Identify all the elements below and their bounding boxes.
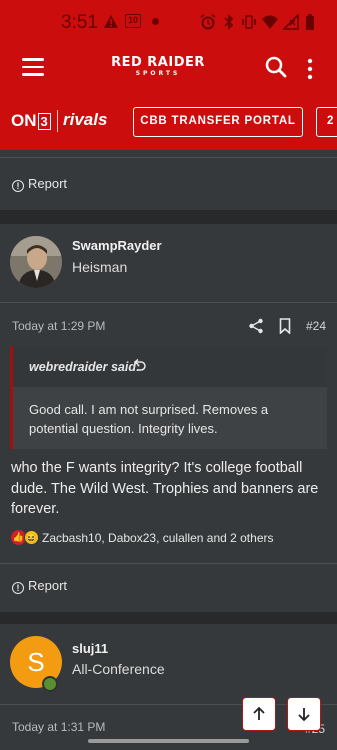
bookmark-icon[interactable]	[279, 318, 291, 335]
transfer-portal-button[interactable]: CBB TRANSFER PORTAL	[133, 107, 303, 137]
arrow-down-icon	[298, 708, 310, 722]
partner-bar: ON 3 rivals CBB TRANSFER PORTAL 2	[0, 92, 337, 150]
bluetooth-icon	[224, 14, 234, 30]
share-icon[interactable]	[248, 318, 264, 334]
quote-text: Good call. I am not surprised. Removes a…	[29, 402, 269, 436]
report-link[interactable]: ! Report	[12, 578, 67, 594]
report-link[interactable]: ! Report	[12, 176, 67, 192]
reaction-users[interactable]: Zacbash10, Dabox23, culallen and 2 other…	[42, 531, 274, 545]
avatar[interactable]	[10, 236, 62, 288]
vibrate-icon	[241, 14, 257, 30]
quote-author[interactable]: webredraider said:	[29, 360, 140, 374]
on3-logo[interactable]: ON 3	[11, 111, 51, 131]
next-promo-button[interactable]: 2	[316, 107, 337, 137]
online-status-icon	[42, 676, 58, 692]
top-navbar: RED RAIDER SPORTS	[0, 44, 337, 92]
arrow-up-icon	[253, 706, 265, 720]
user-title: All-Conference	[72, 661, 165, 677]
divider	[0, 563, 337, 564]
scroll-up-button[interactable]	[242, 697, 276, 731]
laugh-reaction-icon: 😆	[24, 530, 39, 545]
warning-icon	[103, 14, 119, 30]
logo-sub: SPORTS	[135, 70, 181, 77]
status-time: 3:51	[61, 12, 98, 33]
post-timestamp[interactable]: Today at 1:29 PM	[12, 319, 105, 333]
scroll-down-button[interactable]	[287, 697, 321, 731]
post-gap	[0, 210, 337, 224]
post-timestamp[interactable]: Today at 1:31 PM	[12, 720, 105, 734]
logo-main: RED RAIDER	[111, 55, 205, 70]
gesture-home-bar[interactable]	[88, 739, 249, 743]
post-author[interactable]: SwampRayder	[72, 238, 162, 253]
nfl-badge-icon: 10	[125, 14, 142, 28]
battery-icon	[305, 14, 315, 30]
report-icon: !	[12, 180, 24, 192]
alarm-icon	[200, 14, 216, 30]
status-bar: 3:51 10	[0, 0, 337, 44]
divider	[0, 302, 337, 303]
search-icon[interactable]	[265, 56, 287, 78]
partner-divider	[57, 110, 58, 132]
post-author[interactable]: sluj11	[72, 641, 108, 656]
more-vertical-icon[interactable]	[304, 58, 316, 80]
site-logo[interactable]: RED RAIDER SPORTS	[110, 56, 206, 78]
go-to-quote-icon[interactable]	[132, 358, 146, 373]
quote-block: webredraider said: Good call. I am not s…	[10, 346, 327, 449]
wifi-icon	[261, 14, 279, 30]
post-gap	[0, 612, 337, 624]
post-body: who the F wants integrity? It's college …	[11, 460, 319, 517]
report-icon: !	[12, 582, 24, 594]
user-title: Heisman	[72, 259, 128, 275]
quote-header: webredraider said:	[13, 346, 327, 387]
dot-icon	[152, 18, 159, 25]
signal-icon	[282, 13, 299, 30]
divider	[0, 157, 337, 158]
post-number[interactable]: #24	[306, 319, 326, 333]
rivals-logo[interactable]: rivals	[63, 110, 107, 130]
menu-icon[interactable]	[22, 58, 44, 76]
